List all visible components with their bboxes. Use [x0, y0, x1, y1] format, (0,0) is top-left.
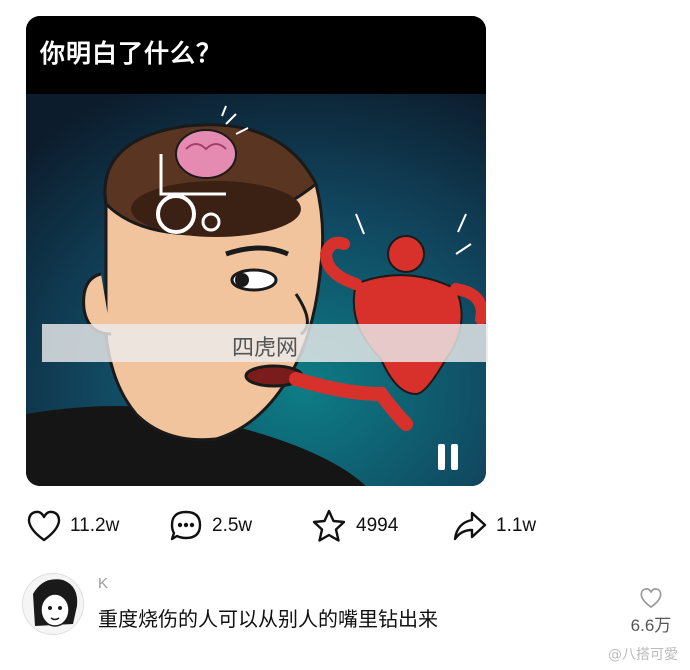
post-card[interactable]: 你明白了什么？ — [26, 16, 486, 486]
avatar-illustration — [23, 574, 83, 634]
meme-image[interactable] — [26, 94, 486, 486]
comment-like-count: 6.6万 — [630, 616, 672, 635]
heart-icon — [640, 588, 662, 608]
post-title: 你明白了什么？ — [40, 39, 223, 68]
pause-button[interactable] — [434, 442, 462, 472]
like-count: 11.2w — [70, 515, 120, 536]
share-arrow-icon — [453, 511, 487, 541]
comment-username[interactable]: K — [98, 575, 108, 592]
avatar[interactable] — [22, 573, 84, 635]
share-action[interactable]: 1.1w — [452, 500, 536, 552]
heart-icon — [27, 510, 61, 542]
share-count: 1.1w — [496, 515, 537, 536]
comment-text: 重度烧伤的人可以从别人的嘴里钻出来 — [98, 607, 438, 631]
action-bar: 11.2w 2.5w 4994 1.1w — [0, 500, 690, 552]
watermark-text: 四虎网 — [231, 336, 298, 361]
comment-bubble-icon — [170, 510, 202, 541]
post-header: 你明白了什么？ — [26, 16, 486, 94]
corner-watermark: @八搭可愛 — [608, 647, 678, 663]
comment-like-button[interactable]: 6.6万 — [624, 587, 678, 636]
watermark-overlay: 四虎网 — [42, 324, 488, 362]
favorite-action[interactable]: 4994 — [310, 500, 398, 552]
favorite-count: 4994 — [356, 515, 399, 536]
comment-count: 2.5w — [212, 515, 253, 536]
comment-item: K 重度烧伤的人可以从别人的嘴里钻出来 6.6万 — [0, 565, 690, 665]
like-action[interactable]: 11.2w — [26, 500, 119, 552]
star-icon — [312, 509, 346, 542]
comment-action[interactable]: 2.5w — [168, 500, 252, 552]
